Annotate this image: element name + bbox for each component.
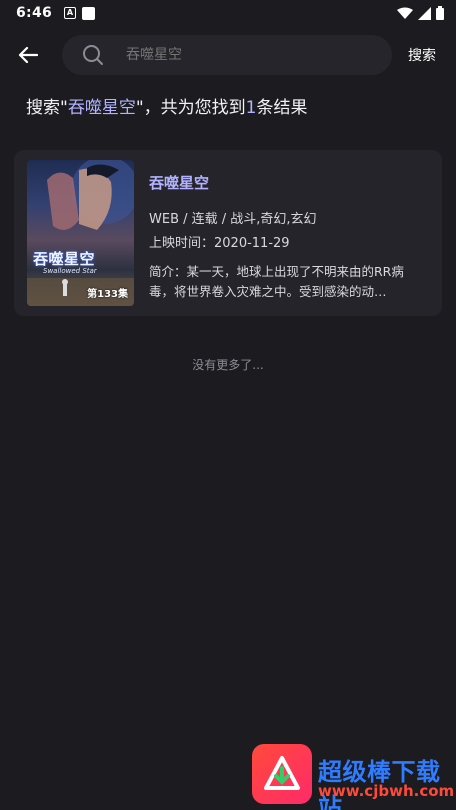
result-card[interactable]: 吞噬星空 Swallowed Star 第133集 吞噬星空 WEB / 连载 … [14,150,442,316]
summary-middle: "，共为您找到 [135,98,246,118]
download-arrow-icon [264,756,300,790]
summary-suffix: 条结果 [256,98,308,118]
poster-title: 吞噬星空 [33,250,96,268]
watermark-logo [252,744,312,804]
summary-keyword: 吞噬星空 [67,98,136,118]
watermark-name: 超级棒下载站 [318,758,441,810]
a-icon: A [64,7,77,19]
status-right-icons [397,6,444,20]
no-more-text: 没有更多了... [192,358,264,372]
result-description: 简介：某一天，地球上出现了不明来由的RR病毒，将世界卷入灾难之中。受到感染的动… [149,264,404,299]
poster-image[interactable]: 吞噬星空 Swallowed Star 第133集 [27,160,134,306]
status-time: 6:46 [16,5,53,21]
arrow-left-icon [18,46,38,64]
poster-episode: 第133集 [87,289,128,300]
search-icon [82,44,104,66]
summary-count: 1 [245,98,257,118]
notification-square-icon [82,6,96,20]
summary-prefix: 搜索" [26,98,68,118]
signal-icon [418,6,431,20]
poster-subtitle: Swallowed Star [43,267,97,275]
result-meta: WEB / 连载 / 战斗,奇幻,玄幻 [149,212,317,227]
status-bar: 6:46 A [0,0,456,26]
search-box[interactable] [62,35,392,75]
back-button[interactable] [0,32,56,78]
watermark-url: www.cjbwh.com [318,782,455,800]
result-title[interactable]: 吞噬星空 [149,172,209,193]
wifi-icon [397,7,413,19]
battery-icon [436,6,444,20]
search-header: 搜索 [0,30,456,80]
result-summary: 搜索"吞噬星空"，共为您找到1条结果 [26,93,307,118]
search-input[interactable] [126,47,346,63]
result-release-date: 上映时间：2020-11-29 [149,236,290,251]
search-button[interactable]: 搜索 [408,45,436,65]
